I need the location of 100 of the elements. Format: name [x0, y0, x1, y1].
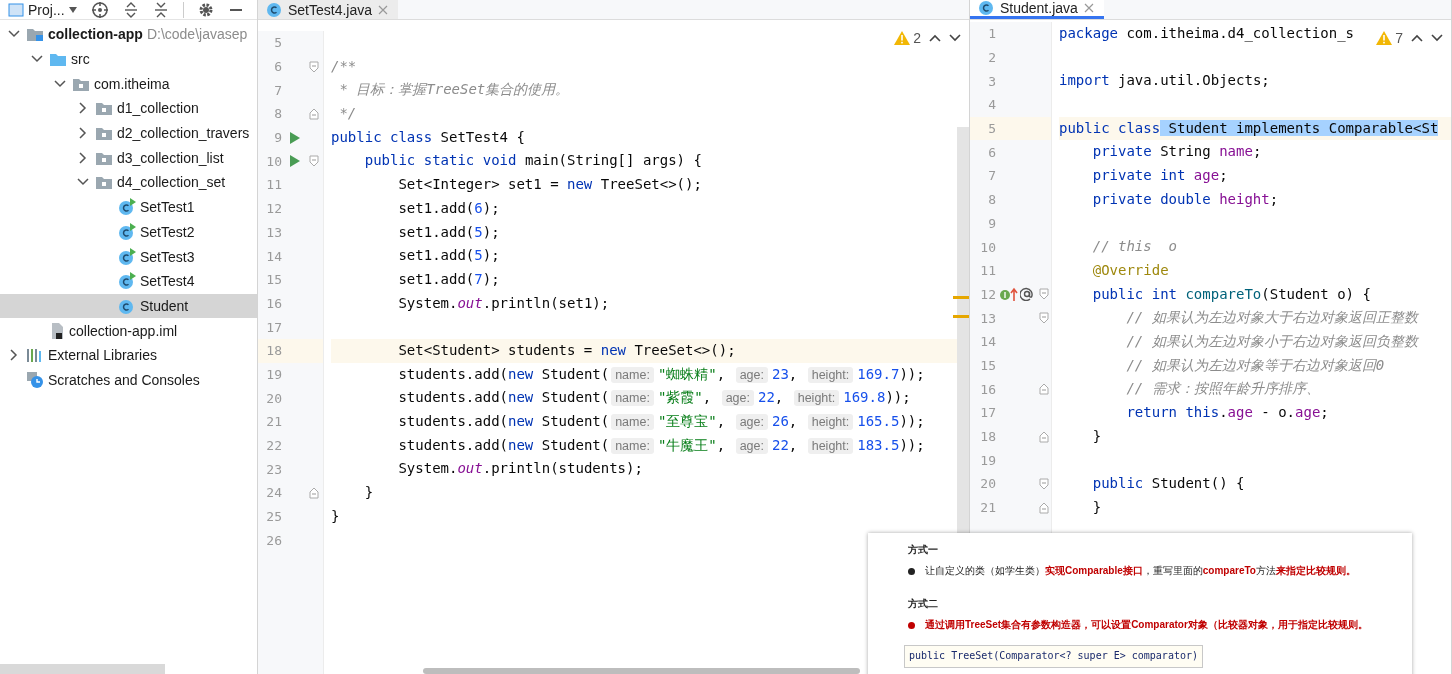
file-tab[interactable]: Student.java: [970, 0, 1104, 19]
code-line: // 如果认为左边对象大于右边对象返回正整数: [1125, 308, 1418, 328]
fold-icon[interactable]: [1039, 501, 1049, 514]
scrollbar[interactable]: [0, 664, 165, 674]
tree-item[interactable]: Student: [0, 293, 257, 319]
chevron-right-icon: [10, 349, 18, 362]
code-line: // this o: [1091, 237, 1177, 257]
next-icon[interactable]: [949, 34, 961, 42]
tree-item[interactable]: com.itheima: [0, 71, 257, 97]
code-line: public class Student implements Comparable<St: [1059, 118, 1439, 138]
code-line: // 如果认为左边对象小于右边对象返回负整数: [1125, 331, 1418, 351]
line-number: 17: [979, 405, 996, 421]
fold-icon[interactable]: [309, 155, 319, 168]
class-icon: [978, 0, 994, 16]
code-line: System.out.println(set1);: [397, 293, 610, 313]
code-line: set1.add(7);: [397, 269, 500, 289]
class-icon: [266, 1, 282, 18]
fold-icon[interactable]: [1039, 288, 1049, 301]
settings-icon[interactable]: [197, 1, 214, 18]
note-text: 通过调用TreeSet集合有参数构造器，可以设置Comparator对象（比较器对象，用于指定比较规则。: [925, 618, 1368, 632]
close-icon[interactable]: [1083, 3, 1094, 13]
fold-icon[interactable]: [1039, 430, 1049, 443]
warning-count[interactable]: 2: [894, 30, 921, 46]
fold-icon[interactable]: [1039, 312, 1049, 325]
code-line: public class SetTest4 {: [331, 127, 525, 147]
collapse-all-icon[interactable]: [152, 1, 169, 18]
code-line: package com.itheima.d4_collection_s: [1059, 24, 1354, 44]
expand-all-icon[interactable]: [122, 1, 139, 18]
run-icon[interactable]: [290, 131, 300, 144]
code-line: set1.add(6);: [397, 198, 500, 218]
line-number: 20: [979, 476, 996, 492]
code-line: import java.util.Objects;: [1059, 71, 1270, 91]
tree-item[interactable]: collection-app D:\code\javasep: [0, 22, 257, 47]
line-number: 26: [265, 532, 282, 548]
chevron-down-icon: [31, 55, 43, 64]
libraries-icon: [26, 347, 44, 364]
line-number: 5: [987, 121, 996, 137]
line-number: 12: [265, 201, 282, 217]
tree-item[interactable]: d3_collection_list: [0, 145, 257, 171]
line-number: 1: [987, 26, 996, 42]
line-number: 21: [979, 500, 996, 516]
previous-icon[interactable]: [929, 34, 941, 42]
code-line: /**: [331, 56, 357, 76]
next-icon[interactable]: [1431, 34, 1443, 42]
tree-item[interactable]: External Libraries: [0, 342, 257, 368]
file-tab[interactable]: SetTest4.java: [258, 0, 399, 19]
code-line: // 需求：按照年龄升序排序、: [1125, 379, 1320, 399]
note-heading: 方式二: [908, 597, 939, 611]
tree-item[interactable]: SetTest4: [0, 268, 257, 294]
tree-item[interactable]: d1_collection: [0, 96, 257, 121]
scrollbar[interactable]: [423, 668, 860, 674]
fold-icon[interactable]: [1039, 383, 1049, 396]
code-line: System.out.println(students);: [397, 459, 643, 479]
close-icon[interactable]: [378, 4, 389, 15]
line-number: 15: [979, 357, 996, 373]
locate-icon[interactable]: [90, 0, 109, 19]
tree-item[interactable]: SetTest2: [0, 219, 257, 245]
line-number: 7: [273, 82, 282, 98]
fold-icon[interactable]: [1039, 477, 1049, 490]
line-number: 9: [273, 130, 282, 146]
line-number: 6: [987, 144, 996, 160]
code-line: }: [331, 506, 340, 526]
tree-item[interactable]: SetTest3: [0, 244, 257, 269]
code-line: Set<Integer> set1 = new TreeSet<>();: [397, 175, 702, 195]
module-folder-icon: [26, 26, 44, 43]
line-number: 18: [265, 343, 282, 359]
tree-item[interactable]: d4_collection_set: [0, 170, 257, 195]
caret-icon: [68, 6, 77, 13]
code-line: public Student() {: [1091, 474, 1245, 494]
line-number: 24: [265, 485, 282, 501]
chevron-right-icon: [79, 151, 87, 164]
code-line: }: [1091, 426, 1102, 446]
tree-item[interactable]: src: [0, 46, 257, 72]
code-line: // 如果认为左边对象等于右边对象返回0: [1125, 355, 1385, 375]
project-view-dropdown[interactable]: Proj...: [8, 1, 77, 18]
fold-icon[interactable]: [309, 107, 319, 120]
fold-icon[interactable]: [309, 486, 319, 499]
code-line: private int age;: [1091, 166, 1228, 186]
note-heading: 方式一: [908, 543, 939, 557]
run-icon[interactable]: [290, 155, 300, 168]
fold-icon[interactable]: [309, 60, 319, 73]
code-line: students.add(new Student( name: "至尊宝", age: 26, height: 165.5));: [397, 412, 925, 432]
note-text: 让自定义的类（如学生类）实现Comparable接口，重写里面的compareTo方法来指定比较规则。: [925, 564, 1356, 578]
tree-item[interactable]: d2_collection_travers: [0, 120, 257, 146]
line-number: 11: [265, 177, 282, 193]
code-line: }: [363, 483, 374, 503]
previous-icon[interactable]: [1411, 34, 1423, 42]
tree-item[interactable]: collection-app.iml: [0, 318, 257, 343]
line-number: 14: [265, 248, 282, 264]
code-line: private String name;: [1091, 142, 1262, 162]
chevron-right-icon: [79, 102, 87, 115]
annotation-icon[interactable]: [1020, 287, 1034, 302]
tree-item[interactable]: SetTest1: [0, 194, 257, 220]
code-line: @Override: [1091, 260, 1169, 280]
warning-count[interactable]: 7: [1376, 30, 1403, 46]
tree-item[interactable]: Scratches and Consoles: [0, 367, 257, 393]
line-number: 8: [273, 106, 282, 122]
line-number: 2: [987, 50, 996, 66]
line-number: 22: [265, 438, 282, 454]
implements-icon[interactable]: [1000, 287, 1018, 302]
